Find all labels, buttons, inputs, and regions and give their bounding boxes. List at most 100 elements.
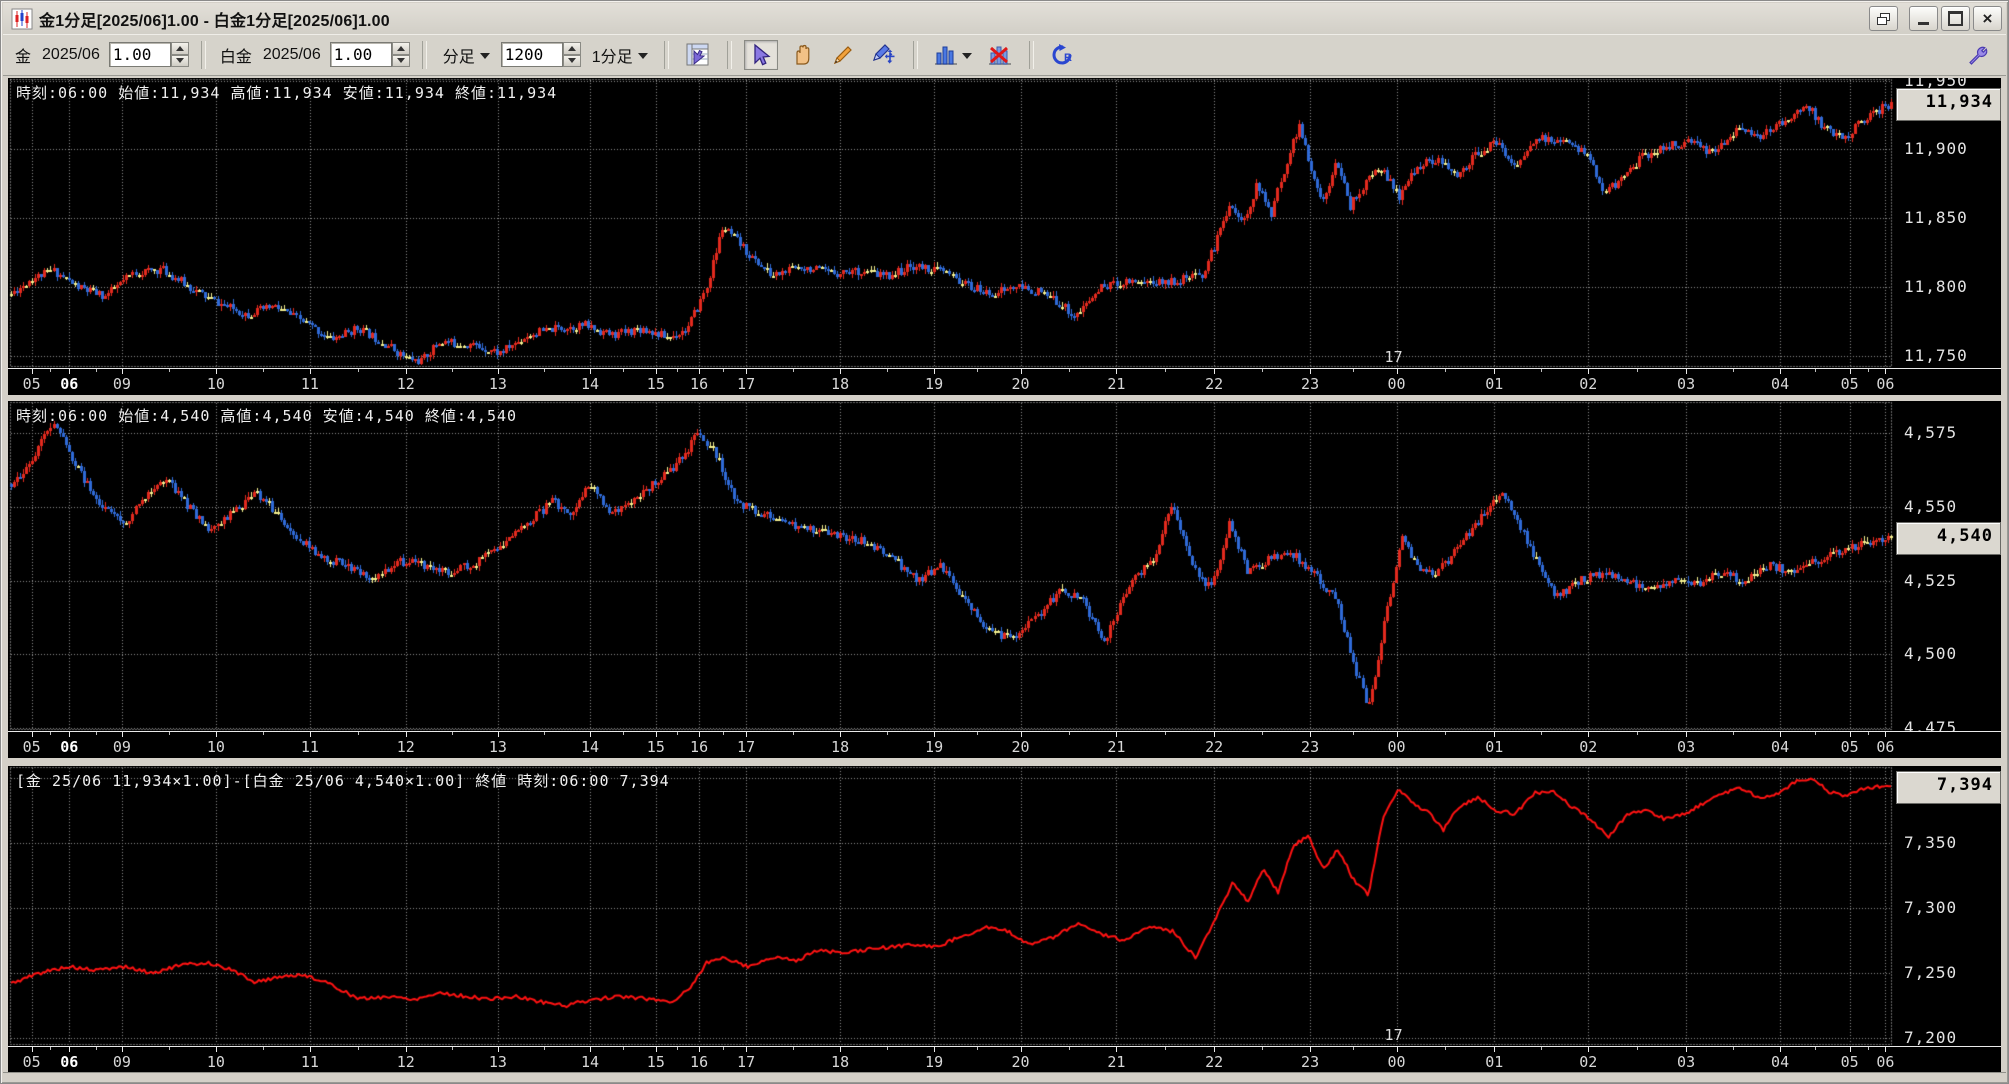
wrench-icon — [1967, 43, 1991, 67]
title-bar[interactable]: 金1分足[2025/06]1.00 - 白金1分足[2025/06]1.00 × — [3, 3, 2006, 34]
minor-tick-mark — [169, 1047, 170, 1050]
minor-tick-mark — [263, 1047, 264, 1050]
arrow-down-icon — [568, 58, 576, 63]
spread-info: [金 25/06 11,934×1.00]-[白金 25/06 4,540×1.… — [16, 770, 670, 791]
tick-mark — [840, 732, 841, 737]
tick-mark — [590, 1047, 591, 1052]
toolbar-separator — [664, 41, 669, 69]
price-tick-label: 7,350 — [1904, 833, 1957, 852]
minor-tick-mark — [1165, 732, 1166, 735]
minor-tick-mark — [1637, 369, 1638, 372]
tick-mark — [1885, 732, 1886, 737]
platinum-candlestick-chart[interactable] — [8, 401, 1895, 731]
tick-mark — [310, 1047, 311, 1052]
spin-up-button[interactable] — [392, 42, 410, 55]
time-tick-label: 05 — [23, 738, 41, 756]
tick-mark — [590, 732, 591, 737]
select-cursor-button[interactable] — [744, 40, 778, 70]
spin-down-button[interactable] — [563, 55, 581, 68]
pen-move-button[interactable] — [867, 40, 901, 70]
gold-price-axis[interactable]: 11,95011,90011,85011,80011,75011,934 — [1895, 78, 2001, 368]
time-tick-label: 15 — [647, 738, 665, 756]
bar-chart-menu-button[interactable] — [930, 40, 976, 70]
minor-tick-mark — [358, 369, 359, 372]
tick-mark — [406, 1047, 407, 1052]
minor-tick-mark — [50, 369, 51, 372]
time-tick-label: 21 — [1107, 375, 1125, 393]
time-tick-label: 04 — [1771, 375, 1789, 393]
spread-line-chart[interactable] — [8, 766, 1895, 1046]
close-button[interactable]: × — [1973, 6, 2002, 31]
time-tick-label: 05 — [1841, 1053, 1859, 1071]
minor-tick-mark — [169, 369, 170, 372]
toolbar-separator — [913, 41, 918, 69]
platinum-price-axis[interactable]: 4,5754,5504,5254,5004,4754,540 — [1895, 401, 2001, 731]
settings-wrench-button[interactable] — [1962, 40, 1996, 70]
bar-interval-dropdown[interactable]: 1分足 — [588, 41, 652, 69]
time-axis[interactable]: 0506091011121314151617181920212223000102… — [8, 1046, 2001, 1073]
minor-tick-mark — [1165, 1047, 1166, 1050]
time-tick-label: 15 — [647, 375, 665, 393]
time-tick-label: 04 — [1771, 1053, 1789, 1071]
spin-up-button[interactable] — [171, 42, 189, 55]
pan-hand-button[interactable] — [785, 40, 819, 70]
arrow-down-icon — [397, 58, 405, 63]
time-tick-label: 06 — [60, 1053, 78, 1071]
tick-mark — [1885, 1047, 1886, 1052]
chart-cursor-button[interactable] — [681, 40, 715, 70]
minimize-button[interactable] — [1909, 6, 1938, 31]
bar-chart-delete-button[interactable] — [983, 40, 1017, 70]
maximize-button[interactable] — [1941, 6, 1970, 31]
tick-mark — [1850, 732, 1851, 737]
float-window-button[interactable] — [1869, 6, 1898, 31]
platinum-ratio-input[interactable] — [330, 42, 392, 67]
time-tick-label: 21 — [1107, 1053, 1125, 1071]
minor-tick-mark — [50, 732, 51, 735]
spin-up-button[interactable] — [563, 42, 581, 55]
gold-candlestick-chart[interactable] — [8, 78, 1895, 368]
pencil-draw-button[interactable] — [826, 40, 860, 70]
time-tick-label: 13 — [489, 375, 507, 393]
bar-count-spin-buttons — [563, 42, 581, 67]
bar-interval-label: 1分足 — [592, 43, 633, 67]
tick-mark — [69, 1047, 70, 1052]
time-tick-label: 06 — [60, 738, 78, 756]
tick-mark — [498, 1047, 499, 1052]
spin-down-button[interactable] — [392, 55, 410, 68]
tick-mark — [1116, 732, 1117, 737]
tick-mark — [699, 369, 700, 374]
bar-count-spinner — [501, 42, 581, 67]
price-tick-label: 11,800 — [1904, 277, 1968, 296]
time-axis[interactable]: 0506091011121314151617181920212223000102… — [8, 731, 2001, 758]
bar-type-dropdown[interactable]: 分足 — [439, 41, 494, 69]
tick-mark — [216, 732, 217, 737]
minor-tick-mark — [452, 1047, 453, 1050]
minor-tick-mark — [887, 369, 888, 372]
minor-tick-mark — [1069, 732, 1070, 735]
date-label: 17 — [1385, 1026, 1403, 1044]
time-tick-label: 20 — [1012, 738, 1030, 756]
minor-tick-mark — [1353, 369, 1354, 372]
spread-price-axis[interactable]: 7,4007,3507,3007,2507,2007,394 — [1895, 766, 2001, 1046]
spin-down-button[interactable] — [171, 55, 189, 68]
minor-tick-mark — [1353, 1047, 1354, 1050]
time-axis[interactable]: 0506091011121314151617181920212223000102… — [8, 368, 2001, 395]
bar-count-input[interactable] — [501, 42, 563, 67]
pen-move-icon — [871, 42, 897, 68]
pan-hand-icon — [790, 43, 814, 67]
gold-ratio-input[interactable] — [109, 42, 171, 67]
time-tick-label: 06 — [60, 375, 78, 393]
tick-mark — [746, 1047, 747, 1052]
refresh-button[interactable]: R — [1046, 40, 1080, 70]
toolbar: 金 2025/06 白金 2025/06 分足 1分足 — [3, 34, 2006, 76]
toolbar-separator — [422, 41, 427, 69]
close-icon: × — [1983, 10, 1993, 27]
minor-tick-mark — [623, 1047, 624, 1050]
tick-mark — [840, 369, 841, 374]
minor-tick-mark — [1262, 369, 1263, 372]
tick-mark — [1588, 369, 1589, 374]
platinum-chart-panel: 時刻:06:00 始値:4,540 高値:4,540 安値:4,540 終値:4… — [8, 401, 2001, 757]
price-tick-label: 7,200 — [1904, 1028, 1957, 1046]
tick-mark — [1780, 1047, 1781, 1052]
tick-mark — [934, 369, 935, 374]
